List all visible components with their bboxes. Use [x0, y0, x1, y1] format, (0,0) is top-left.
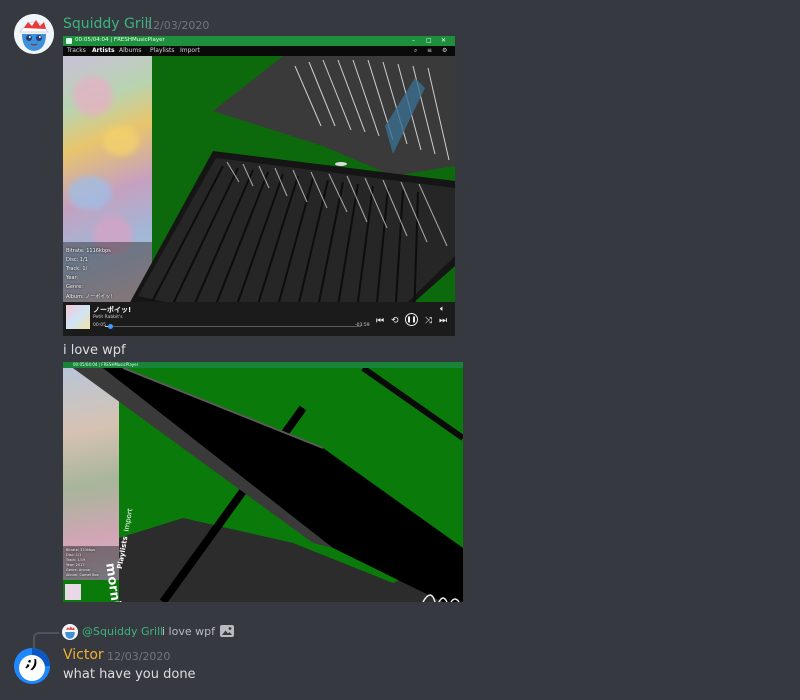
minimize-icon: – — [412, 37, 415, 44]
previous-icon: ⏮︎ — [376, 316, 385, 326]
avatar-squiddy-grill[interactable] — [14, 14, 54, 54]
tab-import: Import — [180, 47, 200, 54]
now-playing-artist: Petit Rabbit's — [93, 315, 123, 320]
shuffle-icon: ⤨ — [425, 316, 433, 326]
reply-avatar — [62, 624, 78, 640]
message-text: what have you done — [63, 667, 196, 682]
squid-girl-avatar-icon — [14, 14, 54, 54]
now-playing-title: ノーポイッ! — [93, 306, 132, 314]
author-name[interactable]: Victor — [63, 647, 104, 663]
close-icon: ✕ — [441, 37, 447, 44]
reply-connector — [33, 632, 59, 648]
squid-girl-avatar-icon — [62, 624, 78, 640]
rotated-panels — [130, 56, 455, 302]
reply-mention[interactable]: @Squiddy Grill — [82, 625, 163, 638]
volume-icon: 🔈︎ — [440, 304, 445, 313]
tab-tracks: Tracks — [67, 47, 86, 54]
seek-knob — [108, 324, 114, 329]
message-text: i love wpf — [63, 343, 126, 358]
scroll-dot — [335, 162, 347, 166]
tab-albums: Albums — [119, 47, 142, 54]
player-bar: ノーポイッ! Petit Rabbit's 00:05 -03:59 🔈︎ ⏮︎… — [63, 302, 455, 336]
window-title: 00:05/04:04 | FRESHMusicPlayer — [75, 37, 165, 43]
seek-track — [105, 324, 361, 329]
queue-icon: ≡ — [427, 47, 433, 54]
gear-icon: ⚙ — [442, 47, 448, 54]
remaining-time: -03:59 — [355, 323, 370, 328]
author-name[interactable]: Squiddy Grill — [63, 16, 152, 32]
album-art-thumbnail — [65, 584, 81, 600]
diagonal-bar — [361, 368, 463, 441]
message-timestamp: 12/03/2020 — [146, 19, 210, 32]
app-titlebar: 00:05/04:04 | FRESHMusicPlayer – □ ✕ — [63, 36, 455, 46]
app-menubar: Tracks Artists Albums Playlists Import ⌕… — [63, 46, 455, 56]
image-attachment-1[interactable]: 00:05/04:04 | FRESHMusicPlayer – □ ✕ Tra… — [63, 36, 455, 336]
tab-artists: Artists — [92, 47, 115, 54]
album-art-thumbnail — [66, 305, 90, 329]
maximize-icon: □ — [426, 37, 432, 44]
message-timestamp: 12/03/2020 — [107, 650, 171, 663]
reply-preview-text[interactable]: i love wpf — [162, 625, 215, 638]
avatar-victor[interactable]: ;) — [14, 648, 50, 684]
image-icon — [219, 623, 235, 643]
repeat-icon: ⟲ — [391, 316, 399, 326]
window-title: 00:05/04:04 | FRESHMusicPlayer — [73, 362, 139, 367]
pause-icon: ❚❚ — [405, 313, 418, 326]
rotated-menu: Playlists Import — [116, 508, 162, 575]
app-icon — [66, 38, 72, 44]
next-icon: ⏭︎ — [439, 316, 448, 326]
image-attachment-2[interactable]: 00:05/04:04 | FRESHMusicPlayer Bitrate: … — [63, 362, 463, 602]
tab-playlists: Playlists — [150, 47, 175, 54]
search-icon: ⌕ — [414, 47, 418, 54]
